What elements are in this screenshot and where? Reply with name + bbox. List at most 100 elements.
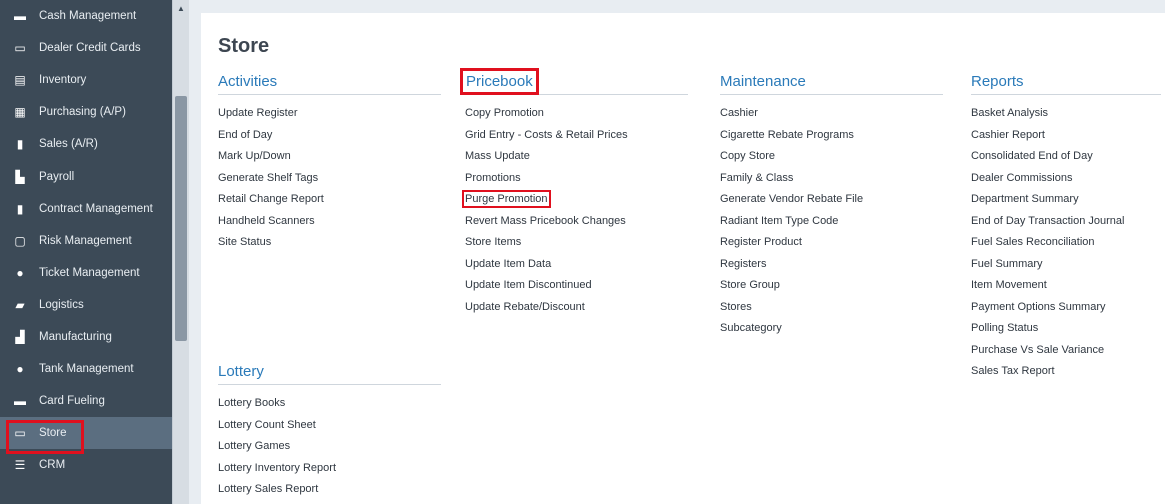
activities-link-handheld-scanners[interactable]: Handheld Scanners bbox=[218, 215, 315, 227]
sidebar-item-ticket-management[interactable]: ● Ticket Management bbox=[0, 257, 172, 289]
list-item: Purchase Vs Sale Variance bbox=[971, 344, 1161, 366]
section-title-pricebook: Pricebook bbox=[460, 68, 539, 95]
maintenance-link-stores[interactable]: Stores bbox=[720, 301, 752, 313]
sidebar-item-dealer-credit-cards[interactable]: ▭ Dealer Credit Cards bbox=[0, 32, 172, 64]
list-item: Fuel Summary bbox=[971, 258, 1161, 280]
activities-link-retail-change-report[interactable]: Retail Change Report bbox=[218, 193, 324, 205]
reports-link-purchase-vs-sale-variance[interactable]: Purchase Vs Sale Variance bbox=[971, 344, 1104, 356]
maintenance-link-cigarette-rebate-programs[interactable]: Cigarette Rebate Programs bbox=[720, 129, 854, 141]
sidebar-item-label: Store bbox=[39, 427, 67, 440]
list-item: Payment Options Summary bbox=[971, 301, 1161, 323]
pricebook-link-store-items[interactable]: Store Items bbox=[465, 236, 521, 248]
maintenance-link-registers[interactable]: Registers bbox=[720, 258, 766, 270]
reports-link-consolidated-end-of-day[interactable]: Consolidated End of Day bbox=[971, 150, 1093, 162]
maintenance-link-subcategory[interactable]: Subcategory bbox=[720, 322, 782, 334]
section-title-lottery: Lottery bbox=[218, 363, 264, 380]
reports-link-fuel-sales-reconciliation[interactable]: Fuel Sales Reconciliation bbox=[971, 236, 1095, 248]
inventory-icon: ▤ bbox=[14, 73, 26, 88]
cash-icon: ▬ bbox=[14, 9, 26, 24]
activities-link-end-of-day[interactable]: End of Day bbox=[218, 129, 272, 141]
list-item: Store Items bbox=[465, 236, 688, 258]
list-item: Cashier bbox=[720, 107, 943, 129]
reports-link-fuel-summary[interactable]: Fuel Summary bbox=[971, 258, 1043, 270]
lottery-link-lottery-sales-report[interactable]: Lottery Sales Report bbox=[218, 483, 318, 495]
sidebar-item-payroll[interactable]: ▙ Payroll bbox=[0, 160, 172, 192]
reports-link-polling-status[interactable]: Polling Status bbox=[971, 322, 1038, 334]
scroll-thumb[interactable] bbox=[175, 96, 187, 341]
sidebar-item-sales-a-r[interactable]: ▮ Sales (A/R) bbox=[0, 128, 172, 160]
maintenance-link-radiant-item-type-code[interactable]: Radiant Item Type Code bbox=[720, 215, 838, 227]
sidebar-item-cash-management[interactable]: ▬ Cash Management bbox=[0, 0, 172, 32]
sidebar-item-label: Contract Management bbox=[39, 202, 153, 215]
list-item: End of Day bbox=[218, 129, 441, 151]
activities-link-list: Update Register End of Day Mark Up/Down Gen… bbox=[218, 107, 441, 258]
reports-link-cashier-report[interactable]: Cashier Report bbox=[971, 129, 1045, 141]
maintenance-link-copy-store[interactable]: Copy Store bbox=[720, 150, 775, 162]
activities-link-mark-up-down[interactable]: Mark Up/Down bbox=[218, 150, 291, 162]
pricebook-link-promotions[interactable]: Promotions bbox=[465, 172, 521, 184]
pricebook-link-update-rebate-discount[interactable]: Update Rebate/Discount bbox=[465, 301, 585, 313]
pricebook-link-purge-promotion[interactable]: Purge Promotion bbox=[462, 190, 551, 208]
sidebar-item-contract-management[interactable]: ▮ Contract Management bbox=[0, 193, 172, 225]
sidebar-item-purchasing-a-p[interactable]: ▦ Purchasing (A/P) bbox=[0, 96, 172, 128]
lottery-link-lottery-games[interactable]: Lottery Games bbox=[218, 440, 290, 452]
activities-link-update-register[interactable]: Update Register bbox=[218, 107, 298, 119]
maintenance-link-register-product[interactable]: Register Product bbox=[720, 236, 802, 248]
list-item: Lottery Games bbox=[218, 440, 441, 462]
list-item: Mark Up/Down bbox=[218, 150, 441, 172]
sidebar-item-logistics[interactable]: ▰ Logistics bbox=[0, 289, 172, 321]
list-item: Grid Entry - Costs & Retail Prices bbox=[465, 129, 688, 151]
list-item: Lottery Books bbox=[218, 397, 441, 419]
sidebar-item-label: Ticket Management bbox=[39, 266, 140, 279]
pricebook-link-revert-mass-pricebook-changes[interactable]: Revert Mass Pricebook Changes bbox=[465, 215, 626, 227]
list-item: Dealer Commissions bbox=[971, 172, 1161, 194]
reports-link-basket-analysis[interactable]: Basket Analysis bbox=[971, 107, 1048, 119]
pricebook-link-mass-update[interactable]: Mass Update bbox=[465, 150, 530, 162]
credit-card-icon: ▭ bbox=[14, 41, 26, 56]
maintenance-link-list: Cashier Cigarette Rebate Programs Copy Sto… bbox=[720, 107, 943, 344]
reports-link-end-of-day-transaction-journal[interactable]: End of Day Transaction Journal bbox=[971, 215, 1124, 227]
maintenance-link-cashier[interactable]: Cashier bbox=[720, 107, 758, 119]
section-title-reports: Reports bbox=[971, 73, 1024, 90]
sidebar-scrollbar[interactable]: ▲ bbox=[172, 0, 189, 504]
reports-link-payment-options-summary[interactable]: Payment Options Summary bbox=[971, 301, 1106, 313]
scroll-up-arrow-icon[interactable]: ▲ bbox=[173, 0, 189, 16]
pricebook-link-update-item-data[interactable]: Update Item Data bbox=[465, 258, 551, 270]
list-item: Department Summary bbox=[971, 193, 1161, 215]
sidebar-item-card-fueling[interactable]: ▬ Card Fueling bbox=[0, 385, 172, 417]
list-item: Update Rebate/Discount bbox=[465, 301, 688, 323]
sidebar-item-inventory[interactable]: ▤ Inventory bbox=[0, 64, 172, 96]
list-item: Retail Change Report bbox=[218, 193, 441, 215]
list-item: Copy Store bbox=[720, 150, 943, 172]
maintenance-link-generate-vendor-rebate-file[interactable]: Generate Vendor Rebate File bbox=[720, 193, 863, 205]
lottery-link-lottery-books[interactable]: Lottery Books bbox=[218, 397, 285, 409]
list-item: Update Item Data bbox=[465, 258, 688, 280]
reports-link-item-movement[interactable]: Item Movement bbox=[971, 279, 1047, 291]
list-item: Copy Promotion bbox=[465, 107, 688, 129]
pricebook-link-copy-promotion[interactable]: Copy Promotion bbox=[465, 107, 544, 119]
list-item: Subcategory bbox=[720, 322, 943, 344]
maintenance-link-store-group[interactable]: Store Group bbox=[720, 279, 780, 291]
sidebar-item-store[interactable]: ▭ Store bbox=[0, 417, 172, 455]
pricebook-link-update-item-discontinued[interactable]: Update Item Discontinued bbox=[465, 279, 592, 291]
lottery-link-lottery-count-sheet[interactable]: Lottery Count Sheet bbox=[218, 419, 316, 431]
pricebook-link-grid-entry-costs-retail-prices[interactable]: Grid Entry - Costs & Retail Prices bbox=[465, 129, 628, 141]
sidebar-item-label: Inventory bbox=[39, 74, 87, 87]
maintenance-link-family-class[interactable]: Family & Class bbox=[720, 172, 793, 184]
list-item: Store Group bbox=[720, 279, 943, 301]
reports-link-department-summary[interactable]: Department Summary bbox=[971, 193, 1079, 205]
list-item: Update Item Discontinued bbox=[465, 279, 688, 301]
sidebar-item-risk-management[interactable]: ▢ Risk Management bbox=[0, 225, 172, 257]
activities-link-generate-shelf-tags[interactable]: Generate Shelf Tags bbox=[218, 172, 318, 184]
reports-link-dealer-commissions[interactable]: Dealer Commissions bbox=[971, 172, 1072, 184]
activities-link-site-status[interactable]: Site Status bbox=[218, 236, 271, 248]
sidebar-nav: ▬ Cash Management ▭ Dealer Credit Cards ▤ Inv… bbox=[0, 0, 172, 504]
sidebar-item-crm[interactable]: ☰ CRM bbox=[0, 449, 172, 481]
sidebar-item-manufacturing[interactable]: ▟ Manufacturing bbox=[0, 321, 172, 353]
list-item: Cigarette Rebate Programs bbox=[720, 129, 943, 151]
page-title: Store bbox=[218, 35, 270, 57]
main-content: Store Activities Update Register End of D… bbox=[201, 13, 1165, 504]
lottery-link-lottery-inventory-report[interactable]: Lottery Inventory Report bbox=[218, 462, 336, 474]
sidebar-item-tank-management[interactable]: ● Tank Management bbox=[0, 353, 172, 385]
reports-link-sales-tax-report[interactable]: Sales Tax Report bbox=[971, 365, 1055, 377]
